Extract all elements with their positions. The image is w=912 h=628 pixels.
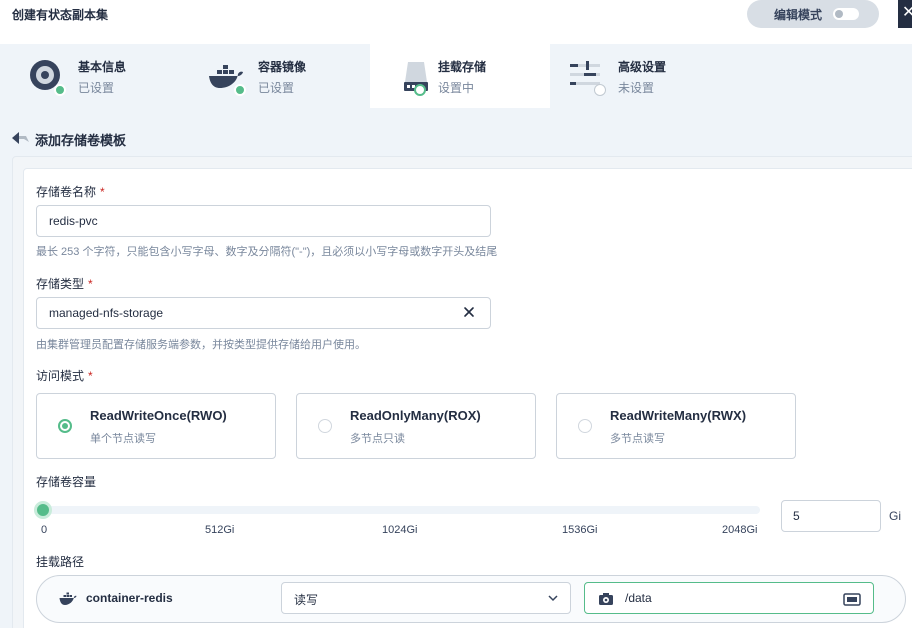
step-mount-storage[interactable]: 挂载存储 设置中 (370, 44, 550, 108)
docker-icon (59, 592, 77, 605)
mode-description: 单个节点读写 (90, 433, 156, 445)
volume-name-label: 存储卷名称 * (36, 185, 105, 199)
step-status: 已设置 (258, 81, 295, 95)
radio-button[interactable] (578, 419, 592, 433)
chevron-down-icon (548, 595, 558, 602)
slider-tick: 0 (41, 524, 48, 536)
slider-tick: 2048Gi (722, 524, 758, 536)
capacity-slider-track[interactable] (42, 506, 760, 514)
step-title: 基本信息 (78, 60, 127, 74)
container-name: container-redis (86, 591, 173, 605)
volume-name-hint: 最长 253 个字符，只能包含小写字母、数字及分隔符("-")，且必须以小写字母… (36, 246, 498, 258)
mode-description: 多节点只读 (350, 433, 405, 445)
step-status: 设置中 (438, 81, 475, 95)
step-title: 高级设置 (618, 60, 667, 74)
mode-title: ReadWriteMany(RWX) (610, 408, 747, 423)
status-dot (54, 84, 66, 96)
capacity-label: 存储卷容量 (36, 475, 97, 489)
access-mode-label: 访问模式 * (36, 369, 93, 383)
capacity-slider-handle[interactable] (34, 501, 52, 519)
step-basic-info[interactable]: 基本信息 已设置 (0, 44, 180, 108)
storage-type-hint: 由集群管理员配置存储服务端参数，并按类型提供存储给用户使用。 (36, 339, 366, 351)
back-label: 添加存储卷模板 (35, 133, 127, 148)
toggle-knob (835, 10, 843, 18)
mode-title: ReadOnlyMany(ROX) (350, 408, 481, 423)
step-status: 未设置 (618, 81, 655, 95)
mount-path-label: 挂载路径 (36, 555, 85, 569)
step-title: 挂载存储 (438, 60, 487, 74)
toggle-switch[interactable] (833, 8, 859, 20)
close-button[interactable]: ✕ (898, 0, 912, 28)
step-status: 已设置 (78, 81, 115, 95)
status-dot (234, 84, 246, 96)
status-dot (594, 84, 606, 96)
mount-path-input[interactable]: /data (584, 582, 874, 614)
step-advanced-settings[interactable]: 高级设置 未设置 (540, 44, 720, 108)
slider-tick: 1024Gi (382, 524, 418, 536)
edit-mode-label: 编辑模式 (774, 8, 823, 22)
mode-title: ReadWriteOnce(RWO) (90, 408, 227, 423)
mount-path-value: /data (625, 591, 652, 605)
wizard-steps: 基本信息 已设置 容器镜像 已设置 挂载存储 设置中 高级设置 未设置 (0, 44, 912, 108)
capacity-input[interactable]: 5 (781, 500, 881, 532)
back-arrow-icon (12, 132, 29, 144)
page-title: 创建有状态副本集 (12, 8, 109, 22)
access-mode-rwx[interactable]: ReadWriteMany(RWX) 多节点读写 (556, 393, 796, 459)
access-mode-rox[interactable]: ReadOnlyMany(ROX) 多节点只读 (296, 393, 536, 459)
radio-button[interactable] (58, 419, 72, 433)
radio-button[interactable] (318, 419, 332, 433)
access-mode-rwo[interactable]: ReadWriteOnce(RWO) 单个节点读写 (36, 393, 276, 459)
title-bar: 创建有状态副本集 编辑模式 ✕ (0, 0, 912, 44)
storage-type-select[interactable]: managed-nfs-storage (36, 297, 491, 329)
storage-type-label: 存储类型 * (36, 277, 93, 291)
slider-tick: 512Gi (205, 524, 235, 536)
settings-icon (599, 593, 613, 605)
step-title: 容器镜像 (258, 60, 307, 74)
step-container-image[interactable]: 容器镜像 已设置 (180, 44, 360, 108)
clear-icon[interactable] (462, 305, 476, 319)
edit-mode-toggle[interactable]: 编辑模式 (747, 0, 879, 28)
card-icon[interactable] (843, 592, 861, 606)
mode-description: 多节点读写 (610, 433, 665, 445)
status-dot (414, 84, 426, 96)
mount-mode-value: 读写 (294, 593, 319, 607)
mount-mode-select[interactable]: 读写 (281, 582, 571, 614)
mount-row: container-redis 读写 /data (36, 575, 906, 623)
volume-name-input[interactable]: redis-pvc (36, 205, 491, 237)
slider-tick: 1536Gi (562, 524, 598, 536)
capacity-unit: Gi (889, 509, 901, 523)
